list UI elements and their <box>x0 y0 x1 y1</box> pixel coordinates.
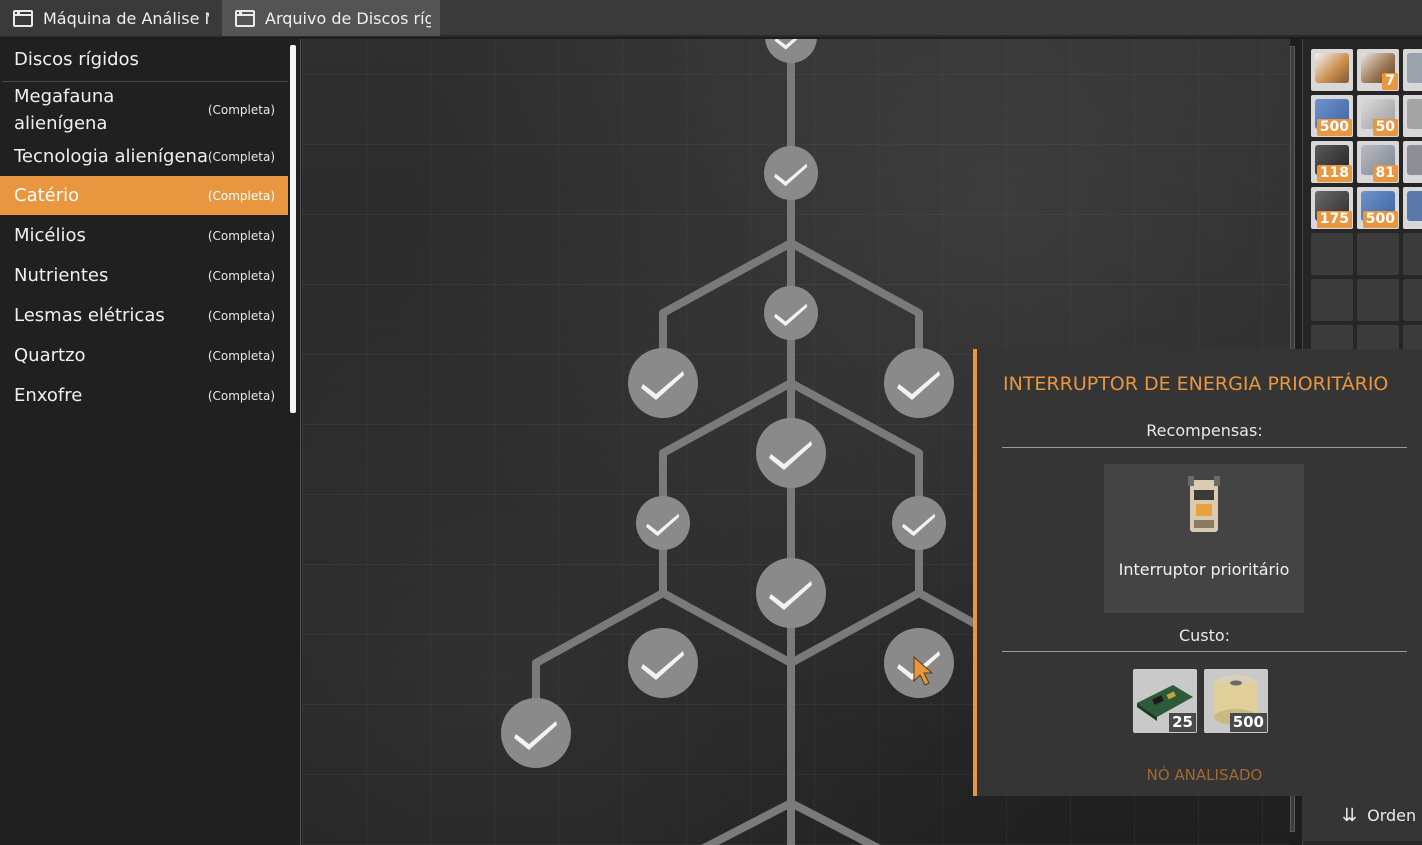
list-item-power-slugs[interactable]: Lesmas elétricas (Completa) <box>0 296 288 336</box>
research-node[interactable] <box>628 348 698 418</box>
tab-label: Arquivo de Discos rígi <box>265 8 431 28</box>
inventory-slot[interactable]: 5 <box>1403 187 1422 229</box>
research-node[interactable] <box>892 496 946 550</box>
research-node[interactable] <box>628 628 698 698</box>
tree-edge <box>789 379 923 593</box>
list-item-nutrients[interactable]: Nutrientes (Completa) <box>0 256 288 296</box>
item-icon <box>1407 53 1422 83</box>
inventory-slot[interactable]: 2 <box>1403 49 1422 91</box>
list-item-status: (Completa) <box>207 389 275 403</box>
list-item-name: Enxofre <box>14 385 83 406</box>
priority-switch-icon <box>1188 476 1220 532</box>
item-quantity: 7 <box>1382 73 1398 90</box>
divider <box>1002 447 1407 448</box>
item-icon <box>1407 145 1422 175</box>
cost-item-circuit-board[interactable]: 25 <box>1133 669 1197 733</box>
list-item-status: (Completa) <box>207 349 275 363</box>
popup-status: NÓ ANALISADO <box>1146 766 1263 784</box>
item-quantity: 500 <box>1316 119 1352 136</box>
research-node[interactable] <box>756 418 826 488</box>
tree-edge <box>659 379 793 593</box>
inventory-slot-empty[interactable] <box>1403 279 1422 321</box>
item-quantity: 175 <box>1316 211 1352 228</box>
list-item-mycelia[interactable]: Micélios (Completa) <box>0 216 288 256</box>
research-node[interactable] <box>756 558 826 628</box>
item-quantity: 500 <box>1362 211 1398 228</box>
divider <box>1002 651 1407 652</box>
sort-button-label: Orden <box>1367 805 1417 825</box>
tab-bar: Máquina de Análise M Arquivo de Discos r… <box>0 0 1422 37</box>
inventory-slot[interactable]: 7 <box>1357 49 1399 91</box>
inventory-slot[interactable]: 81 <box>1357 141 1399 183</box>
tab-label: Máquina de Análise M <box>43 8 209 28</box>
inventory-slot-empty[interactable] <box>1311 279 1353 321</box>
inventory-slot-empty[interactable] <box>1357 233 1399 275</box>
list-item-name: Nutrientes <box>14 265 109 286</box>
reward-name: Interruptor prioritário <box>1118 560 1290 579</box>
list-item-status: (Completa) <box>207 229 275 243</box>
item-icon <box>1407 191 1422 221</box>
inventory-slot[interactable] <box>1311 49 1353 91</box>
cost-quantity: 500 <box>1229 713 1267 732</box>
list-item-status: (Completa) <box>207 188 275 203</box>
list-item-megafauna[interactable]: Megafauna alienígena (Completa) <box>0 83 288 137</box>
list-item-quartz[interactable]: Quartzo (Completa) <box>0 336 288 376</box>
item-quantity: 81 <box>1372 165 1398 182</box>
list-item-caterium[interactable]: Catério (Completa) <box>0 176 288 215</box>
inventory-slot-empty[interactable] <box>1311 233 1353 275</box>
list-header: Discos rígidos <box>14 49 139 70</box>
inventory-slot[interactable]: 500 <box>1357 187 1399 229</box>
list-item-name: Micélios <box>14 225 86 246</box>
list-item-name: Megafauna alienígena <box>14 86 115 134</box>
list-item-status: (Completa) <box>207 309 275 323</box>
list-item-name: Catério <box>14 185 80 206</box>
reward-card[interactable]: Interruptor prioritário <box>1104 464 1304 613</box>
list-scrollbar[interactable] <box>290 45 296 413</box>
item-quantity: 50 <box>1372 119 1398 136</box>
hard-drive-list-panel: Discos rígidos Megafauna alienígena (Com… <box>0 39 301 845</box>
list-item-name: Lesmas elétricas <box>14 305 165 326</box>
list-item-alien-tech[interactable]: Tecnologia alienígena (Completa) <box>0 139 288 175</box>
list-item-status: (Completa) <box>207 150 275 164</box>
tree-edge <box>701 799 793 845</box>
tab-analysis-machine[interactable]: Máquina de Análise M <box>0 0 220 36</box>
popup-title: INTERRUPTOR DE ENERGIA PRIORITÁRIO <box>1003 373 1389 395</box>
item-icon <box>1407 99 1422 129</box>
sort-button[interactable]: ⇊ Orden <box>1302 789 1422 841</box>
cost-item-wire-spool[interactable]: 500 <box>1204 669 1268 733</box>
sort-icon: ⇊ <box>1342 804 1358 826</box>
node-details-popup: INTERRUPTOR DE ENERGIA PRIORITÁRIO Recom… <box>973 349 1422 796</box>
inventory-slot[interactable]: 118 <box>1311 141 1353 183</box>
window-icon <box>13 9 33 27</box>
list-item-status: (Completa) <box>207 269 275 283</box>
inventory-slot[interactable]: 2 <box>1403 141 1422 183</box>
inventory-slot[interactable] <box>1403 95 1422 137</box>
inventory-slot[interactable]: 500 <box>1311 95 1353 137</box>
research-node[interactable] <box>764 146 818 200</box>
rewards-label: Recompensas: <box>1146 421 1263 440</box>
research-node[interactable] <box>764 286 818 340</box>
cost-quantity: 25 <box>1169 713 1196 732</box>
research-node[interactable] <box>636 496 690 550</box>
research-node[interactable] <box>765 39 817 63</box>
list-item-status: (Completa) <box>207 103 275 117</box>
tree-edge <box>789 799 881 845</box>
item-quantity: 118 <box>1316 165 1352 182</box>
research-node[interactable] <box>884 348 954 418</box>
list-item-name: Tecnologia alienígena <box>14 146 208 167</box>
inventory-slot-empty[interactable] <box>1403 233 1422 275</box>
research-node[interactable] <box>501 698 571 768</box>
inventory-slot[interactable]: 50 <box>1357 95 1399 137</box>
divider <box>2 81 288 82</box>
inventory-slot-empty[interactable] <box>1357 279 1399 321</box>
cost-label: Custo: <box>1178 626 1231 645</box>
list-item-sulfur[interactable]: Enxofre (Completa) <box>0 376 288 416</box>
list-item-name: Quartzo <box>14 345 86 366</box>
tab-hard-drive-archive[interactable]: Arquivo de Discos rígi <box>222 0 440 36</box>
rifle-icon <box>1315 53 1349 83</box>
window-icon <box>235 9 255 27</box>
inventory-slot[interactable]: 175 <box>1311 187 1353 229</box>
